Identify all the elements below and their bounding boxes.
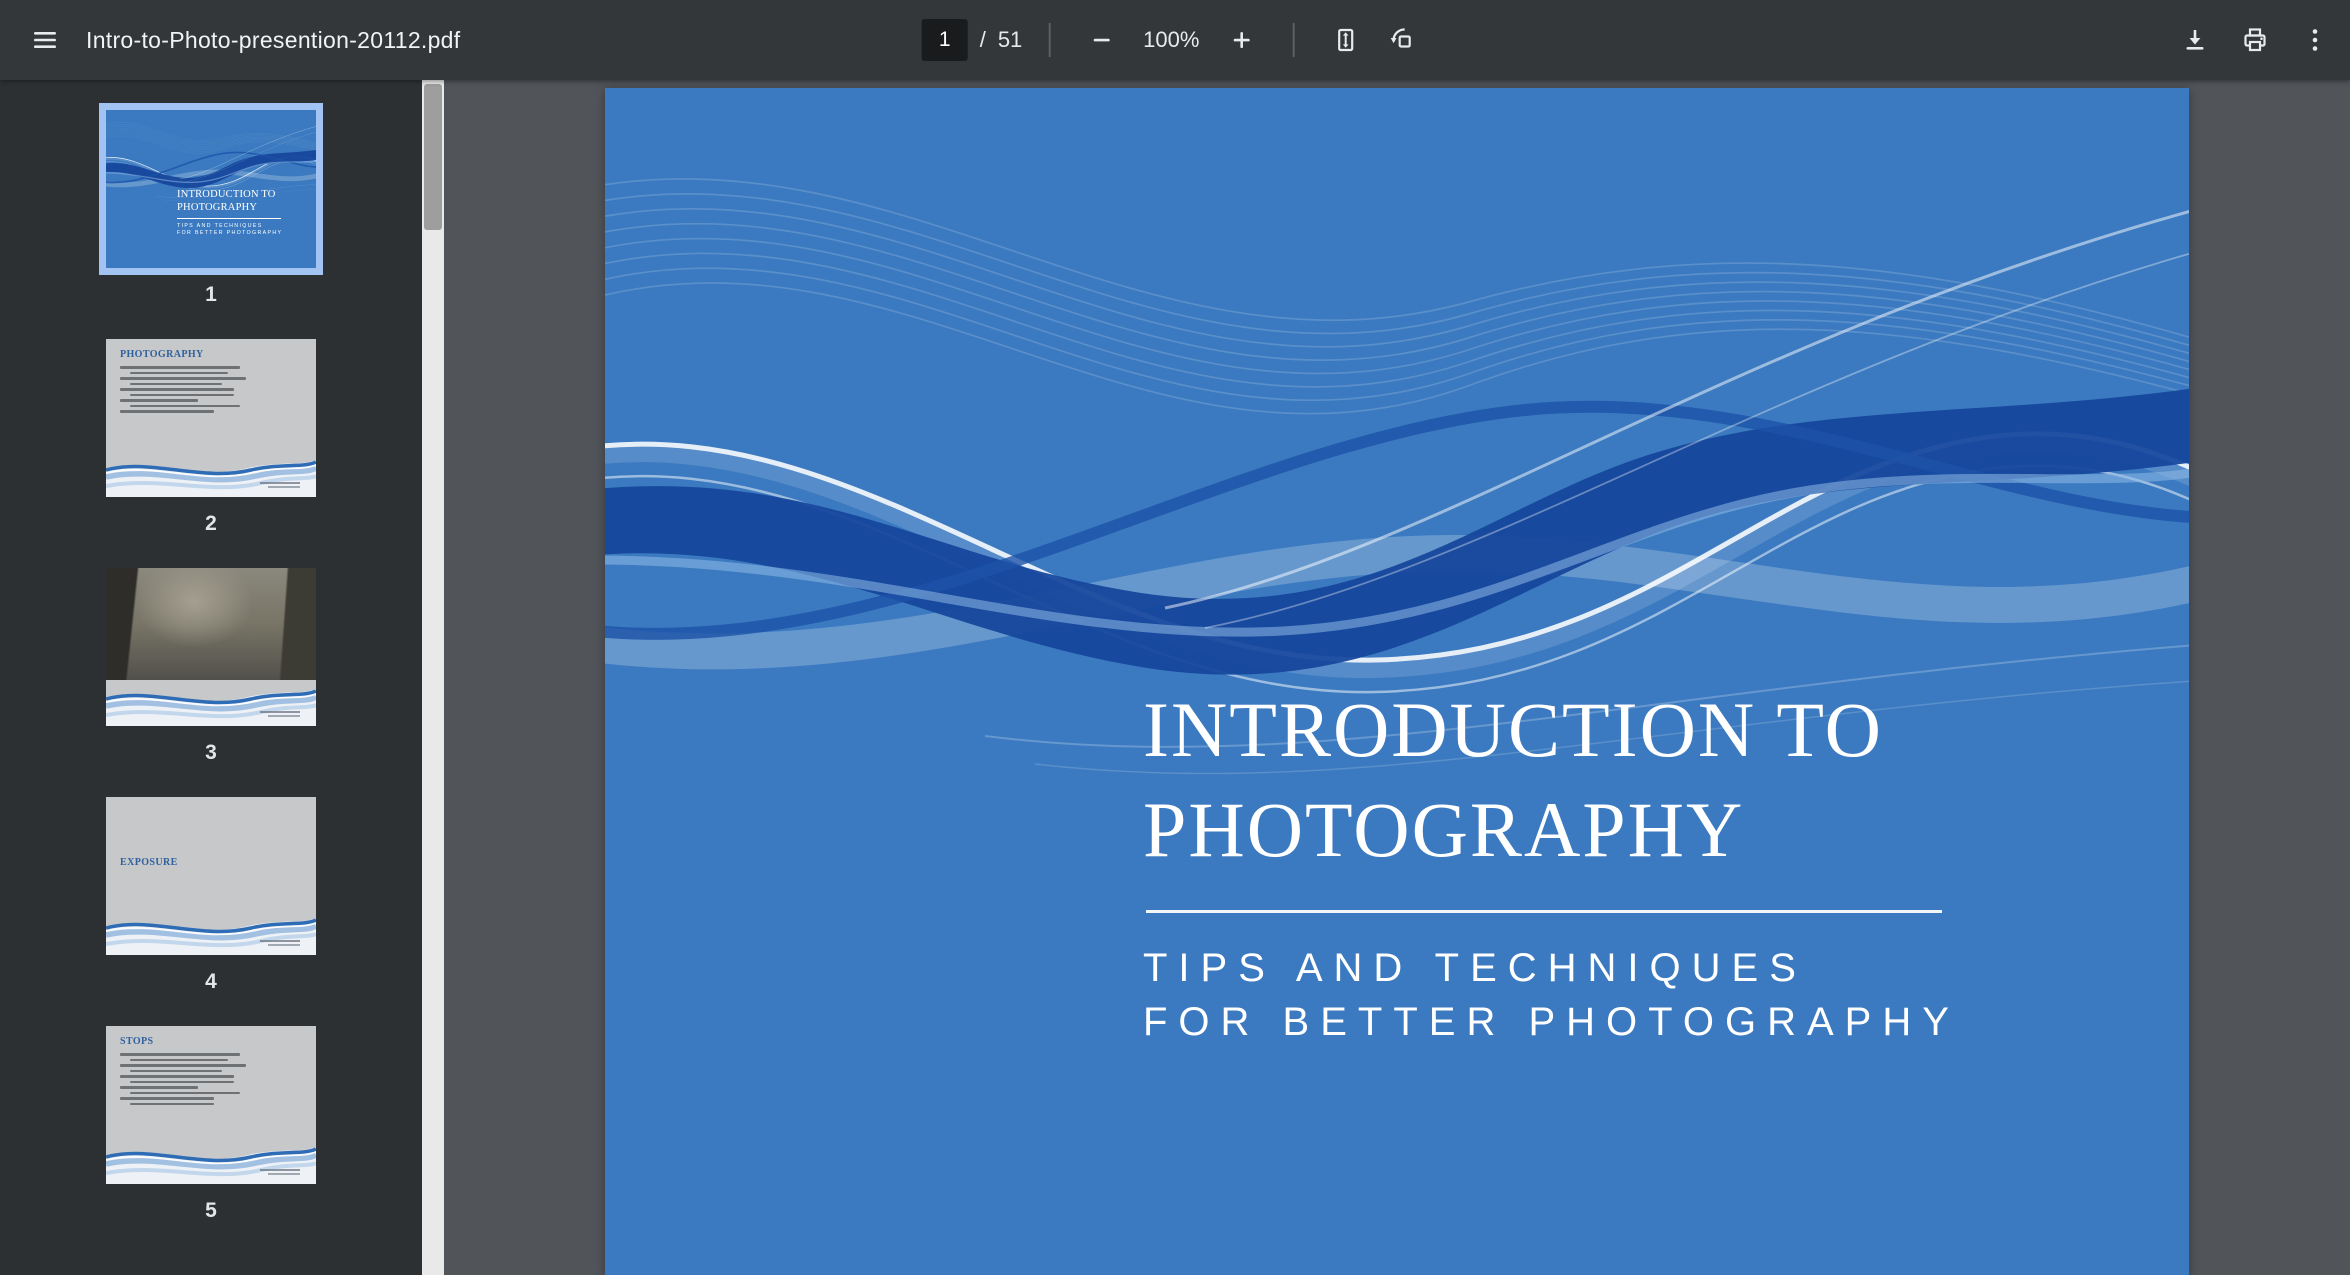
mini-bullet-text (106, 366, 316, 413)
mini-slide-heading: STOPS (120, 1036, 316, 1047)
mini-subtitle-line2: FOR BETTER PHOTOGRAPHY (177, 230, 282, 237)
mini-wave-footer (106, 907, 316, 955)
sidebar-scrollbar[interactable] (422, 80, 444, 1275)
mini-wave-footer (106, 678, 316, 726)
page-thumbnail-3[interactable] (106, 568, 316, 726)
page-separator: / (980, 27, 986, 53)
pdf-page-1: INTRODUCTION TO PHOTOGRAPHY TIPS AND TEC… (605, 88, 2189, 1275)
thumbnail-item: INTRODUCTION TO PHOTOGRAPHY TIPS AND TEC… (106, 110, 316, 307)
thumbnail-page-number: 4 (205, 970, 217, 994)
more-options-button[interactable] (2290, 15, 2340, 65)
rotate-ccw-icon (1388, 25, 1418, 55)
thumbnail-item: EXPOSURE 4 (106, 797, 316, 994)
zoom-in-button[interactable] (1216, 15, 1266, 65)
mini-subtitle-line1: TIPS AND TECHNIQUES (177, 223, 282, 230)
page-thumbnail-2[interactable]: PHOTOGRAPHY (106, 339, 316, 497)
cover-title-rule (1146, 910, 1942, 913)
thumbnail-item: STOPS 5 (106, 1026, 316, 1223)
mini-wave-footer (106, 1136, 316, 1184)
cover-subtitle-line2: FOR BETTER PHOTOGRAPHY (1143, 995, 1960, 1049)
zoom-out-button[interactable] (1076, 15, 1126, 65)
mini-bullet-text (106, 1053, 316, 1105)
toolbar-divider (1048, 23, 1050, 57)
mini-title-line1: INTRODUCTION TO (177, 188, 282, 201)
page-thumbnail-1[interactable]: INTRODUCTION TO PHOTOGRAPHY TIPS AND TEC… (106, 110, 316, 268)
page-thumbnail-5[interactable]: STOPS (106, 1026, 316, 1184)
page-thumbnail-4[interactable]: EXPOSURE (106, 797, 316, 955)
mini-slide-heading: EXPOSURE (120, 857, 178, 868)
menu-toggle-button[interactable] (20, 15, 70, 65)
pdf-toolbar: Intro-to-Photo-presention-20112.pdf / 51… (0, 0, 2350, 80)
print-icon (2240, 25, 2270, 55)
mini-slide-heading: PHOTOGRAPHY (120, 349, 316, 360)
toolbar-center: / 51 100% (922, 15, 1429, 65)
thumbnail-page-number: 5 (205, 1199, 217, 1223)
pdf-viewport: INTRODUCTION TO PHOTOGRAPHY TIPS AND TEC… (444, 80, 2350, 1275)
cover-text-block: INTRODUCTION TO PHOTOGRAPHY TIPS AND TEC… (1143, 680, 1960, 1049)
thumbnail-page-number: 3 (205, 741, 217, 765)
download-icon (2180, 25, 2210, 55)
minus-icon (1086, 25, 1116, 55)
thumbnail-page-number: 1 (205, 283, 217, 307)
cover-title-line1: INTRODUCTION TO (1143, 680, 1960, 780)
fit-to-page-icon (1330, 25, 1360, 55)
plus-icon (1226, 25, 1256, 55)
download-button[interactable] (2170, 15, 2220, 65)
cover-title-line2: PHOTOGRAPHY (1143, 780, 1960, 880)
thumbnail-list: INTRODUCTION TO PHOTOGRAPHY TIPS AND TEC… (0, 80, 422, 1275)
document-filename: Intro-to-Photo-presention-20112.pdf (86, 27, 460, 54)
mini-photo (106, 568, 316, 680)
mini-title-line2: PHOTOGRAPHY (177, 201, 282, 214)
thumbnail-item: 3 (106, 568, 316, 765)
hamburger-icon (30, 25, 60, 55)
mini-wave-footer (106, 449, 316, 497)
mini-title-rule (177, 218, 281, 219)
mini-title-block: INTRODUCTION TO PHOTOGRAPHY TIPS AND TEC… (177, 188, 282, 237)
page-number-input[interactable] (922, 19, 968, 61)
thumbnail-page-number: 2 (205, 512, 217, 536)
thumbnail-sidebar: INTRODUCTION TO PHOTOGRAPHY TIPS AND TEC… (0, 80, 444, 1275)
toolbar-left: Intro-to-Photo-presention-20112.pdf (0, 15, 460, 65)
print-button[interactable] (2230, 15, 2280, 65)
cover-subtitle-line1: TIPS AND TECHNIQUES (1143, 941, 1960, 995)
rotate-button[interactable] (1378, 15, 1428, 65)
kebab-menu-icon (2300, 25, 2330, 55)
toolbar-right (2170, 15, 2350, 65)
zoom-level: 100% (1134, 27, 1208, 53)
thumbnail-item: PHOTOGRAPHY 2 (106, 339, 316, 536)
toolbar-divider (1292, 23, 1294, 57)
fit-page-button[interactable] (1320, 15, 1370, 65)
sidebar-scrollbar-thumb[interactable] (424, 84, 442, 230)
page-total-count: 51 (998, 27, 1022, 53)
